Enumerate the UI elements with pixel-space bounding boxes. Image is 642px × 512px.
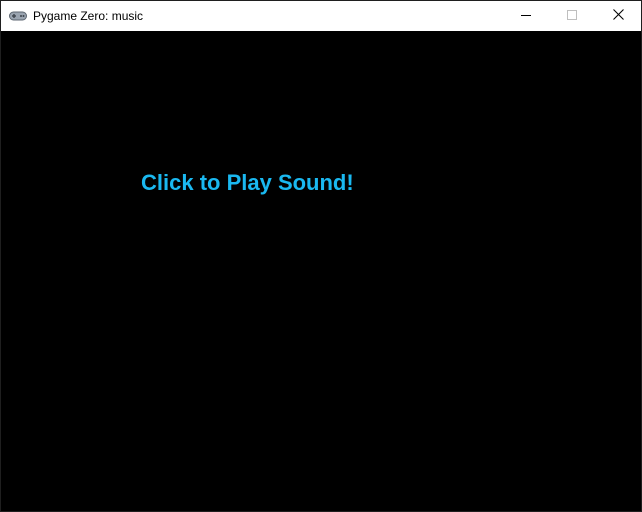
- game-canvas[interactable]: Click to Play Sound!: [1, 31, 641, 511]
- minimize-button[interactable]: [503, 1, 549, 31]
- close-icon: [612, 7, 624, 25]
- gamepad-icon: [9, 11, 27, 21]
- title-bar[interactable]: Pygame Zero: music: [1, 1, 641, 31]
- minimize-icon: [521, 7, 531, 25]
- maximize-icon: [567, 7, 577, 25]
- window-title: Pygame Zero: music: [33, 9, 144, 23]
- play-sound-prompt: Click to Play Sound!: [141, 170, 354, 195]
- window-controls: [503, 1, 641, 31]
- close-button[interactable]: [595, 1, 641, 31]
- app-window: Pygame Zero: music Click to Play Sound!: [0, 0, 642, 512]
- maximize-button[interactable]: [549, 1, 595, 31]
